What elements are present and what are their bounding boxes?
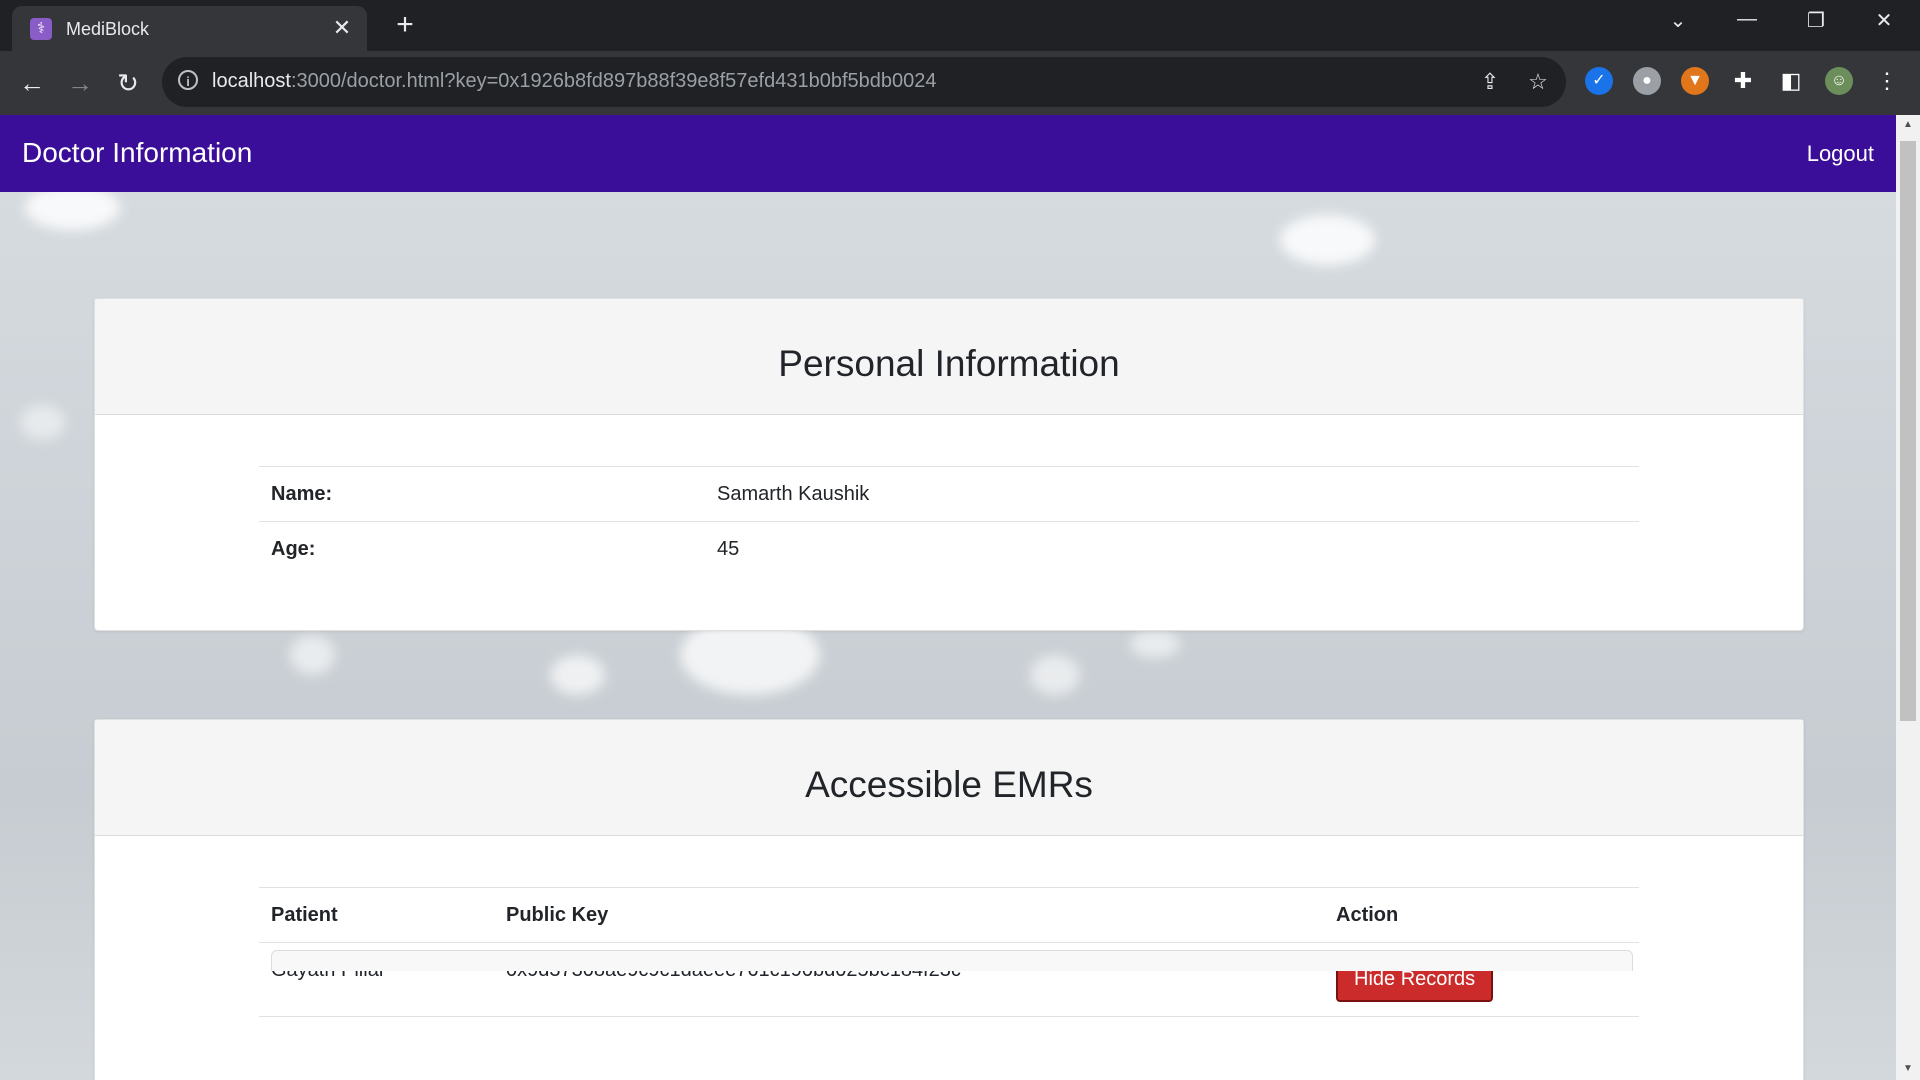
new-tab-icon[interactable]: +	[390, 10, 420, 40]
restore-icon[interactable]: ❐	[1796, 8, 1836, 33]
extensions-puzzle-icon[interactable]: ✚	[1729, 67, 1757, 95]
age-label: Age:	[259, 521, 705, 576]
age-value: 45	[705, 521, 1639, 576]
tab-search-chevron-icon[interactable]: ⌄	[1658, 8, 1698, 33]
records-panel	[271, 950, 1633, 971]
column-header-public-key: Public Key	[494, 887, 1324, 943]
close-tab-icon[interactable]: ✕	[329, 15, 355, 41]
profile-avatar[interactable]: ☺	[1825, 67, 1853, 95]
bookmark-star-icon[interactable]: ☆	[1524, 69, 1552, 95]
personal-info-card: Personal Information Name: Samarth Kaush…	[94, 298, 1804, 631]
site-info-icon[interactable]: i	[178, 70, 198, 90]
reload-icon[interactable]: ↻	[110, 65, 146, 101]
scroll-up-icon[interactable]: ▲	[1896, 119, 1920, 130]
background-bokeh	[20, 405, 65, 440]
column-header-action: Action	[1324, 887, 1639, 943]
back-arrow-icon[interactable]: ←	[14, 65, 50, 101]
browser-menu-icon[interactable]: ⋮	[1873, 67, 1901, 95]
column-header-patient: Patient	[259, 887, 494, 943]
background-bokeh	[1280, 215, 1375, 265]
extension-check-icon[interactable]: ✓	[1585, 67, 1613, 95]
minimize-icon[interactable]: —	[1727, 8, 1767, 31]
background-bokeh	[1030, 655, 1080, 695]
window-close-icon[interactable]: ✕	[1864, 8, 1904, 33]
scroll-thumb[interactable]	[1900, 141, 1916, 721]
background-bokeh	[550, 655, 605, 695]
forward-arrow-icon[interactable]: →	[62, 65, 98, 101]
background-bokeh	[1130, 630, 1180, 658]
share-icon[interactable]: ⇪	[1476, 69, 1504, 95]
emr-card: Accessible EMRs Patient Public Key Actio…	[94, 719, 1804, 1080]
logout-link[interactable]: Logout	[1807, 141, 1874, 167]
name-value: Samarth Kaushik	[705, 466, 1639, 522]
page-viewport: Doctor Information Logout Personal Infor…	[0, 115, 1896, 1080]
tab-title: MediBlock	[66, 19, 150, 39]
table-row: Name: Samarth Kaushik	[259, 466, 1639, 522]
page-scrollbar[interactable]: ▲ ▼	[1896, 115, 1920, 1080]
emr-title: Accessible EMRs	[95, 720, 1803, 836]
background-bokeh	[290, 635, 335, 675]
extension-turtle-icon[interactable]: ●	[1633, 67, 1661, 95]
name-label: Name:	[259, 466, 705, 522]
personal-info-table: Name: Samarth Kaushik Age: 45	[259, 466, 1639, 576]
address-bar[interactable]: i localhost:3000/doctor.html?key=0x1926b…	[162, 57, 1566, 107]
side-panel-icon[interactable]: ◧	[1777, 67, 1805, 95]
scroll-down-icon[interactable]: ▼	[1896, 1063, 1920, 1074]
metamask-fox-icon[interactable]: ▼	[1681, 67, 1709, 95]
browser-tab[interactable]: ⚕ MediBlock ✕	[12, 6, 367, 51]
app-header: Doctor Information Logout	[0, 115, 1896, 192]
medical-caduceus-icon: ⚕	[30, 18, 52, 40]
table-header-row: Patient Public Key Action	[259, 887, 1639, 943]
url-text[interactable]: localhost:3000/doctor.html?key=0x1926b8f…	[212, 70, 937, 93]
personal-info-title: Personal Information	[95, 299, 1803, 415]
app-title: Doctor Information	[22, 137, 253, 168]
browser-toolbar: ← → ↻ i localhost:3000/doctor.html?key=0…	[0, 51, 1920, 115]
browser-tabstrip: ⚕ MediBlock ✕ + ⌄ — ❐ ✕	[0, 0, 1920, 51]
table-row: Age: 45	[259, 521, 1639, 576]
